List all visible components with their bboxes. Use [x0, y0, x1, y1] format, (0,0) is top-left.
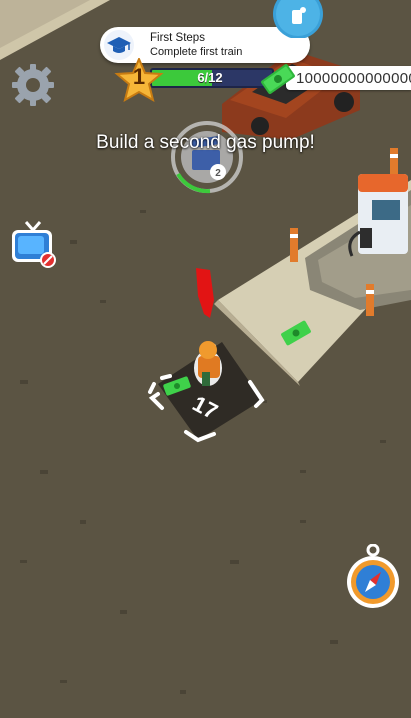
- quest-title: First Steps: [150, 32, 205, 44]
- tv-icon[interactable]: [8, 218, 58, 270]
- money-amount: 10000000000000: [296, 70, 411, 87]
- quest-subtitle: Complete first train: [150, 46, 243, 58]
- game-world[interactable]: [0, 0, 411, 718]
- graduation-cap-icon: [104, 30, 134, 60]
- game-viewport[interactable]: First Steps Complete first train 6/12 1 …: [0, 0, 411, 718]
- water-pump-icon[interactable]: [273, 0, 323, 39]
- gear-icon[interactable]: [10, 62, 56, 108]
- hint-banner: Build a second gas pump!: [96, 132, 315, 153]
- cash-icon: [258, 62, 298, 96]
- svg-text:2: 2: [215, 168, 221, 179]
- level-number: 1: [132, 64, 146, 89]
- compass-icon[interactable]: [345, 543, 401, 610]
- gas-pump[interactable]: [348, 174, 408, 257]
- xp-progress-text: 6/12: [197, 70, 223, 85]
